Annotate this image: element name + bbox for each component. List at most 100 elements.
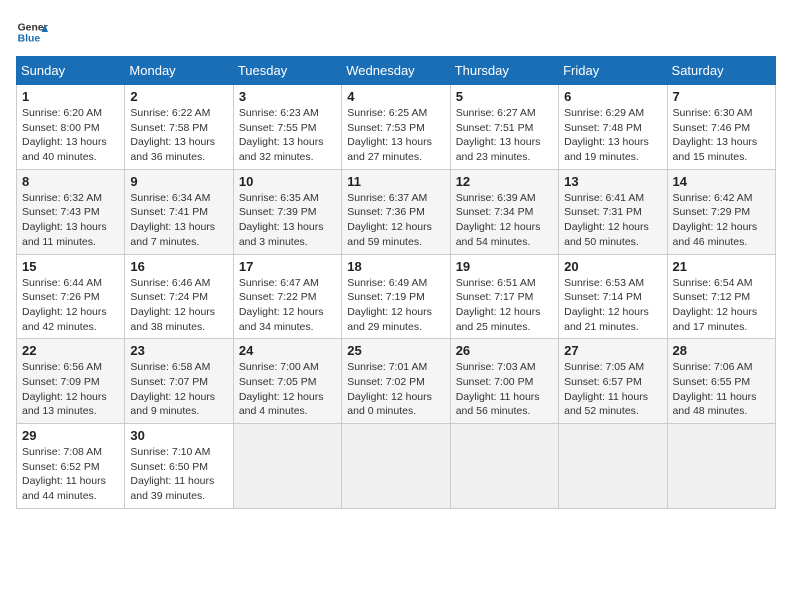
calendar-cell xyxy=(233,424,341,509)
calendar-cell: 14 Sunrise: 6:42 AMSunset: 7:29 PMDayligh… xyxy=(667,169,775,254)
weekday-header: Wednesday xyxy=(342,57,450,85)
day-number: 5 xyxy=(456,89,553,104)
day-info: Sunrise: 6:39 AMSunset: 7:34 PMDaylight:… xyxy=(456,191,553,250)
day-info: Sunrise: 7:06 AMSunset: 6:55 PMDaylight:… xyxy=(673,360,770,419)
day-number: 30 xyxy=(130,428,227,443)
calendar-cell: 2 Sunrise: 6:22 AMSunset: 7:58 PMDaylight… xyxy=(125,85,233,170)
day-info: Sunrise: 6:23 AMSunset: 7:55 PMDaylight:… xyxy=(239,106,336,165)
day-info: Sunrise: 6:41 AMSunset: 7:31 PMDaylight:… xyxy=(564,191,661,250)
day-number: 26 xyxy=(456,343,553,358)
day-number: 16 xyxy=(130,259,227,274)
day-number: 14 xyxy=(673,174,770,189)
day-info: Sunrise: 6:25 AMSunset: 7:53 PMDaylight:… xyxy=(347,106,444,165)
weekday-header: Saturday xyxy=(667,57,775,85)
calendar-cell: 4 Sunrise: 6:25 AMSunset: 7:53 PMDaylight… xyxy=(342,85,450,170)
calendar-cell: 13 Sunrise: 6:41 AMSunset: 7:31 PMDayligh… xyxy=(559,169,667,254)
day-number: 15 xyxy=(22,259,119,274)
day-info: Sunrise: 7:10 AMSunset: 6:50 PMDaylight:… xyxy=(130,445,227,504)
day-info: Sunrise: 7:01 AMSunset: 7:02 PMDaylight:… xyxy=(347,360,444,419)
day-number: 11 xyxy=(347,174,444,189)
day-number: 29 xyxy=(22,428,119,443)
calendar-cell: 10 Sunrise: 6:35 AMSunset: 7:39 PMDayligh… xyxy=(233,169,341,254)
day-number: 27 xyxy=(564,343,661,358)
calendar-cell: 12 Sunrise: 6:39 AMSunset: 7:34 PMDayligh… xyxy=(450,169,558,254)
calendar-body: 1 Sunrise: 6:20 AMSunset: 8:00 PMDaylight… xyxy=(17,85,776,509)
day-number: 8 xyxy=(22,174,119,189)
calendar-cell: 19 Sunrise: 6:51 AMSunset: 7:17 PMDayligh… xyxy=(450,254,558,339)
calendar-cell: 9 Sunrise: 6:34 AMSunset: 7:41 PMDaylight… xyxy=(125,169,233,254)
day-info: Sunrise: 7:03 AMSunset: 7:00 PMDaylight:… xyxy=(456,360,553,419)
day-number: 10 xyxy=(239,174,336,189)
weekday-header: Sunday xyxy=(17,57,125,85)
calendar-cell: 8 Sunrise: 6:32 AMSunset: 7:43 PMDaylight… xyxy=(17,169,125,254)
calendar-cell: 21 Sunrise: 6:54 AMSunset: 7:12 PMDayligh… xyxy=(667,254,775,339)
calendar-cell: 25 Sunrise: 7:01 AMSunset: 7:02 PMDayligh… xyxy=(342,339,450,424)
calendar-cell: 3 Sunrise: 6:23 AMSunset: 7:55 PMDaylight… xyxy=(233,85,341,170)
logo: General Blue xyxy=(16,16,48,48)
day-number: 3 xyxy=(239,89,336,104)
calendar-cell: 30 Sunrise: 7:10 AMSunset: 6:50 PMDayligh… xyxy=(125,424,233,509)
calendar-cell: 6 Sunrise: 6:29 AMSunset: 7:48 PMDaylight… xyxy=(559,85,667,170)
day-number: 4 xyxy=(347,89,444,104)
day-info: Sunrise: 6:34 AMSunset: 7:41 PMDaylight:… xyxy=(130,191,227,250)
day-number: 23 xyxy=(130,343,227,358)
day-info: Sunrise: 6:54 AMSunset: 7:12 PMDaylight:… xyxy=(673,276,770,335)
weekday-header: Tuesday xyxy=(233,57,341,85)
day-info: Sunrise: 7:08 AMSunset: 6:52 PMDaylight:… xyxy=(22,445,119,504)
day-info: Sunrise: 6:20 AMSunset: 8:00 PMDaylight:… xyxy=(22,106,119,165)
weekday-header: Friday xyxy=(559,57,667,85)
day-info: Sunrise: 6:29 AMSunset: 7:48 PMDaylight:… xyxy=(564,106,661,165)
calendar-cell: 26 Sunrise: 7:03 AMSunset: 7:00 PMDayligh… xyxy=(450,339,558,424)
day-info: Sunrise: 6:32 AMSunset: 7:43 PMDaylight:… xyxy=(22,191,119,250)
day-info: Sunrise: 6:30 AMSunset: 7:46 PMDaylight:… xyxy=(673,106,770,165)
day-info: Sunrise: 7:05 AMSunset: 6:57 PMDaylight:… xyxy=(564,360,661,419)
day-info: Sunrise: 6:47 AMSunset: 7:22 PMDaylight:… xyxy=(239,276,336,335)
day-number: 18 xyxy=(347,259,444,274)
day-number: 19 xyxy=(456,259,553,274)
day-number: 9 xyxy=(130,174,227,189)
day-info: Sunrise: 6:35 AMSunset: 7:39 PMDaylight:… xyxy=(239,191,336,250)
day-info: Sunrise: 6:42 AMSunset: 7:29 PMDaylight:… xyxy=(673,191,770,250)
calendar-table: SundayMondayTuesdayWednesdayThursdayFrid… xyxy=(16,56,776,509)
day-info: Sunrise: 6:56 AMSunset: 7:09 PMDaylight:… xyxy=(22,360,119,419)
day-info: Sunrise: 6:22 AMSunset: 7:58 PMDaylight:… xyxy=(130,106,227,165)
day-info: Sunrise: 6:49 AMSunset: 7:19 PMDaylight:… xyxy=(347,276,444,335)
day-number: 13 xyxy=(564,174,661,189)
calendar-cell: 23 Sunrise: 6:58 AMSunset: 7:07 PMDayligh… xyxy=(125,339,233,424)
calendar-cell: 11 Sunrise: 6:37 AMSunset: 7:36 PMDayligh… xyxy=(342,169,450,254)
day-info: Sunrise: 6:37 AMSunset: 7:36 PMDaylight:… xyxy=(347,191,444,250)
day-info: Sunrise: 7:00 AMSunset: 7:05 PMDaylight:… xyxy=(239,360,336,419)
calendar-cell: 17 Sunrise: 6:47 AMSunset: 7:22 PMDayligh… xyxy=(233,254,341,339)
calendar-cell: 24 Sunrise: 7:00 AMSunset: 7:05 PMDayligh… xyxy=(233,339,341,424)
day-number: 24 xyxy=(239,343,336,358)
day-number: 6 xyxy=(564,89,661,104)
day-number: 21 xyxy=(673,259,770,274)
day-number: 17 xyxy=(239,259,336,274)
calendar-cell: 16 Sunrise: 6:46 AMSunset: 7:24 PMDayligh… xyxy=(125,254,233,339)
day-info: Sunrise: 6:46 AMSunset: 7:24 PMDaylight:… xyxy=(130,276,227,335)
day-number: 25 xyxy=(347,343,444,358)
day-info: Sunrise: 6:51 AMSunset: 7:17 PMDaylight:… xyxy=(456,276,553,335)
day-info: Sunrise: 6:44 AMSunset: 7:26 PMDaylight:… xyxy=(22,276,119,335)
calendar-cell: 7 Sunrise: 6:30 AMSunset: 7:46 PMDaylight… xyxy=(667,85,775,170)
calendar-cell xyxy=(450,424,558,509)
day-number: 7 xyxy=(673,89,770,104)
day-number: 1 xyxy=(22,89,119,104)
weekday-header: Thursday xyxy=(450,57,558,85)
day-info: Sunrise: 6:58 AMSunset: 7:07 PMDaylight:… xyxy=(130,360,227,419)
page-header: General Blue xyxy=(16,16,776,48)
calendar-cell: 18 Sunrise: 6:49 AMSunset: 7:19 PMDayligh… xyxy=(342,254,450,339)
calendar-cell xyxy=(342,424,450,509)
day-info: Sunrise: 6:53 AMSunset: 7:14 PMDaylight:… xyxy=(564,276,661,335)
calendar-cell xyxy=(667,424,775,509)
calendar-cell: 29 Sunrise: 7:08 AMSunset: 6:52 PMDayligh… xyxy=(17,424,125,509)
calendar-header: SundayMondayTuesdayWednesdayThursdayFrid… xyxy=(17,57,776,85)
calendar-cell xyxy=(559,424,667,509)
day-number: 2 xyxy=(130,89,227,104)
day-number: 22 xyxy=(22,343,119,358)
calendar-cell: 5Sunrise: 6:27 AMSunset: 7:51 PMDaylight… xyxy=(450,85,558,170)
day-number: 12 xyxy=(456,174,553,189)
calendar-cell: 22 Sunrise: 6:56 AMSunset: 7:09 PMDayligh… xyxy=(17,339,125,424)
weekday-header: Monday xyxy=(125,57,233,85)
calendar-cell: 15 Sunrise: 6:44 AMSunset: 7:26 PMDayligh… xyxy=(17,254,125,339)
